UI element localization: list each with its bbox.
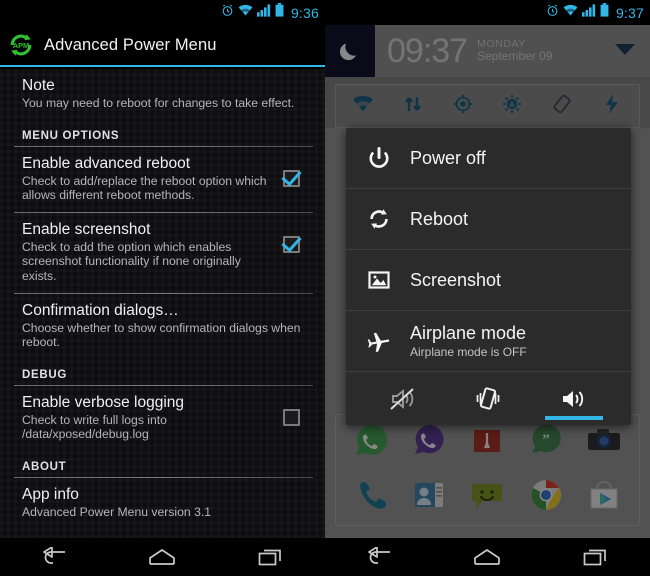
power-menu-sound-modes[interactable] [346,372,631,425]
home-icon[interactable] [457,538,517,576]
reboot-icon [366,206,392,232]
vibrate-icon[interactable] [466,377,510,421]
recents-icon[interactable] [566,538,626,576]
preference-title: Enable screenshot [22,220,151,238]
preference-app-info[interactable]: App info Advanced Power Menu version 3.1 [0,478,325,529]
checkbox-enable-screenshot[interactable] [283,235,305,253]
checkbox-enable-advanced-reboot[interactable] [283,169,305,187]
screenshot-stage: 9:36 APM Advanced Power Menu Note You ma… [0,0,650,576]
notification-shade-screen: ” 09:37 MONDAY September 09 A Power off … [325,25,650,538]
right-status-bar: 9:37 [325,0,650,25]
power-menu-item-power-off[interactable]: Power off [346,128,631,189]
checkbox-enable-verbose-logging[interactable] [283,408,305,426]
back-icon[interactable] [24,538,84,576]
signal-icon [256,3,271,22]
left-phone-screenshot: 9:36 APM Advanced Power Menu Note You ma… [0,0,325,576]
battery-icon [600,3,609,22]
preference-enable-advanced-reboot[interactable]: Enable advanced reboot Check to add/repl… [0,147,325,212]
power-menu-item-sublabel: Airplane mode is OFF [410,344,527,359]
power-menu-item-screenshot[interactable]: Screenshot [346,250,631,311]
preference-title: Note [22,77,55,94]
power-menu-item-reboot[interactable]: Reboot [346,189,631,250]
preference-summary: Advanced Power Menu version 3.1 [22,504,212,519]
preference-summary: Check to add the option which enables sc… [22,239,241,283]
right-phone-screenshot: 9:37 ” 09:37 MONDAY September 09 A Power… [325,0,650,576]
alarm-icon [221,4,234,22]
preferences-list[interactable]: Note You may need to reboot for changes … [0,69,325,538]
back-icon[interactable] [349,538,409,576]
preference-confirmation-dialogs[interactable]: Confirmation dialogs… Choose whether to … [0,294,325,359]
checkbox-checked-icon [283,235,300,253]
preference-title: Confirmation dialogs… [22,301,179,319]
home-icon[interactable] [132,538,192,576]
status-bar-clock: 9:36 [290,4,319,21]
section-header-menu-options: MENU OPTIONS [22,129,120,142]
preference-enable-verbose-logging[interactable]: Enable verbose logging Check to write fu… [0,386,325,451]
signal-icon [581,3,596,22]
screenshot-icon [366,267,392,293]
left-status-bar: 9:36 [0,0,325,25]
section-header-about: ABOUT [22,460,67,473]
volume-icon[interactable] [545,377,604,421]
preference-title: Enable advanced reboot [22,154,191,172]
status-bar-clock: 9:37 [615,4,644,21]
recents-icon[interactable] [241,538,301,576]
page-title: Advanced Power Menu [44,35,217,54]
checkbox-unchecked-icon [283,408,300,426]
power-icon [366,145,392,171]
power-menu-item-label: Reboot [410,208,469,229]
wifi-icon [238,4,253,22]
mute-icon[interactable] [381,377,425,421]
checkbox-checked-icon [283,169,300,187]
selected-sound-mode-indicator [545,415,604,420]
right-navigation-bar[interactable] [325,538,650,576]
preference-summary: You may need to reboot for changes to ta… [22,96,295,110]
wifi-icon [563,4,578,22]
section-header-debug: DEBUG [22,368,68,381]
preference-title: App info [22,485,79,503]
airplane-icon [366,328,392,354]
alarm-icon [546,4,559,22]
power-menu-item-airplane-mode[interactable]: Airplane mode Airplane mode is OFF [346,311,631,372]
power-menu-item-label: Screenshot [410,269,502,290]
preference-enable-screenshot[interactable]: Enable screenshot Check to add the optio… [0,213,325,293]
left-navigation-bar[interactable] [0,538,325,576]
power-menu-item-label: Power off [410,147,486,168]
svg-text:APM: APM [13,41,29,50]
battery-icon [275,3,284,22]
preference-summary: Check to write full logs into /data/xpos… [22,412,167,442]
apm-logo-icon: APM [8,32,34,58]
preference-note[interactable]: Note You may need to reboot for changes … [0,69,325,120]
preference-title: Enable verbose logging [22,393,185,411]
preference-summary: Check to add/replace the reboot option w… [22,173,267,203]
app-action-bar: APM Advanced Power Menu [0,25,325,67]
preference-summary: Choose whether to show confirmation dial… [22,320,301,350]
power-menu-dialog[interactable]: Power off Reboot Screenshot Airplane mod… [346,128,631,425]
power-menu-item-label: Airplane mode [410,322,527,343]
